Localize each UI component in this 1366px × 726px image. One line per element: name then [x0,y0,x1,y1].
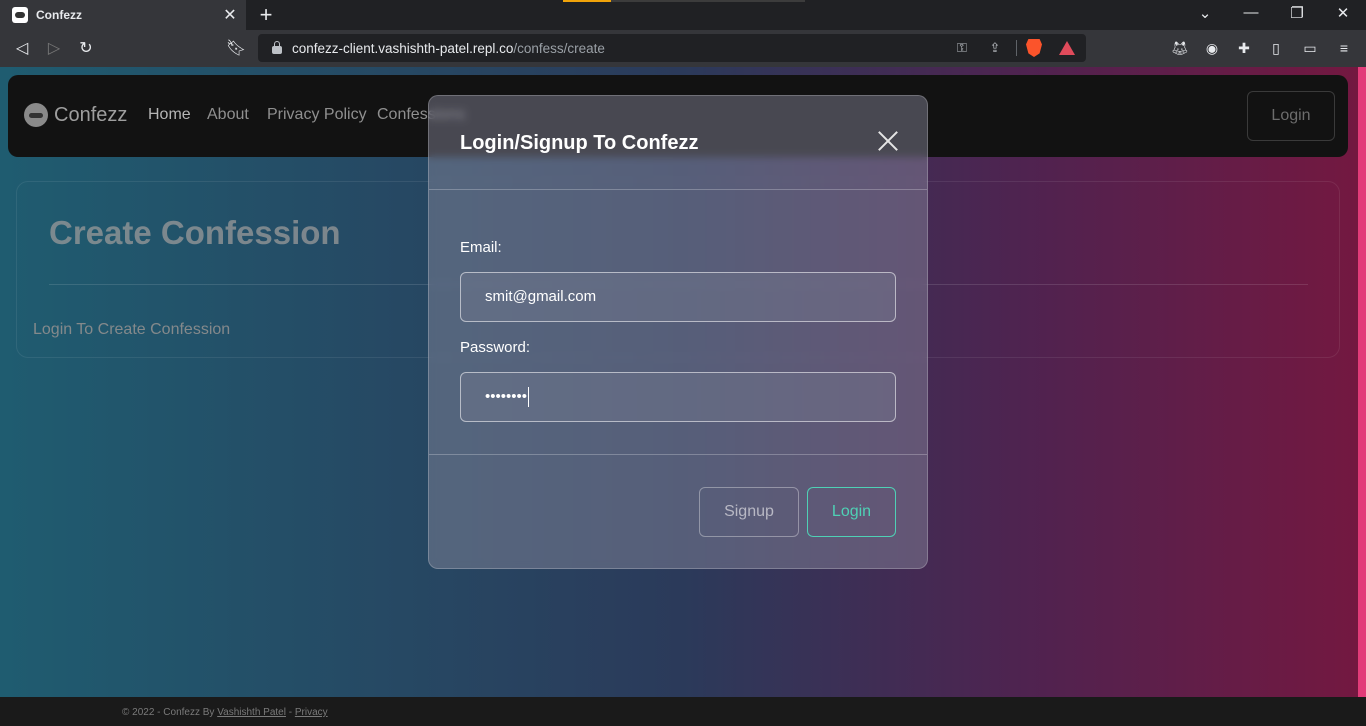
modal-header: Login/Signup To Confezz [429,96,927,190]
lock-icon [272,41,282,54]
window-accent-track [611,0,805,2]
sidebar-icon[interactable]: ▯ [1266,38,1286,58]
modal-title: Login/Signup To Confezz [460,132,699,154]
navbar-login-button[interactable]: Login [1247,91,1335,141]
footer-author-link[interactable]: Vashishth Patel [217,707,286,718]
browser-toolbar: ◁ ▷ ↻ 🔖︎ confezz-client.vashishth-patel.… [0,30,1366,67]
footer-privacy-link[interactable]: Privacy [295,707,328,718]
browser-tab-bar: Confezz ✕ + ⌄ — ❐ ✕ [0,0,1366,30]
new-tab-button[interactable]: + [256,3,276,27]
login-prompt-text: Login To Create Confession [33,321,231,338]
url-text: confezz-client.vashishth-patel.repl.co/c… [292,41,605,56]
minimize-button[interactable]: — [1239,4,1263,21]
close-tab-icon[interactable]: ✕ [220,5,240,25]
brand-logo-icon [24,103,48,127]
login-button[interactable]: Login [807,487,896,537]
footer-copyright: © 2022 - Confezz By [122,707,218,718]
nav-link-home[interactable]: Home [148,106,191,124]
email-field[interactable]: smit@gmail.com [460,272,896,322]
share-icon[interactable]: ⇪ [986,39,1004,57]
page-viewport: Confezz Home About Privacy Policy Confes… [0,67,1366,726]
tab-title: Confezz [36,8,82,22]
metamask-icon[interactable]: 🦊︎ [1170,38,1190,58]
reload-icon[interactable]: ↻ [75,38,97,60]
extension-icon[interactable]: ◉ [1202,38,1222,58]
brave-rewards-icon[interactable] [1059,41,1075,55]
window-accent [563,0,611,2]
bookmark-icon[interactable]: 🔖︎ [225,38,247,60]
wallet-icon[interactable]: ▭ [1300,38,1320,58]
login-modal: Login/Signup To Confezz Email: smit@gmai… [428,95,928,569]
password-label: Password: [460,339,531,356]
extensions-puzzle-icon[interactable]: ✚ [1234,38,1254,58]
forward-icon[interactable]: ▷ [43,38,65,60]
page-title: Create Confession [49,214,341,251]
close-icon[interactable] [877,130,899,152]
signup-button[interactable]: Signup [699,487,799,537]
site-footer: © 2022 - Confezz By Vashishth Patel - Pr… [0,697,1366,726]
password-field[interactable]: •••••••• [460,372,896,422]
brave-shields-icon[interactable] [1026,39,1042,57]
browser-tab[interactable]: Confezz ✕ [0,0,246,30]
url-path: /confess/create [513,40,605,56]
tab-search-icon[interactable]: ⌄ [1193,4,1217,22]
omnibox-separator [1016,40,1017,56]
site-brand[interactable]: Confezz [24,103,127,127]
modal-footer-divider [429,454,927,455]
key-icon[interactable]: ⚿ [953,39,971,57]
brand-name: Confezz [54,103,128,126]
email-value: smit@gmail.com [485,288,597,305]
footer-text: © 2022 - Confezz By Vashishth Patel - Pr… [122,707,328,718]
address-bar[interactable]: confezz-client.vashishth-patel.repl.co/c… [258,34,1086,62]
back-icon[interactable]: ◁ [11,38,33,60]
page-scrollbar[interactable] [1358,67,1366,697]
restore-button[interactable]: ❐ [1285,4,1309,22]
menu-icon[interactable]: ≡ [1334,38,1354,58]
url-host: confezz-client.vashishth-patel.repl.co [292,40,514,56]
footer-separator: - [285,707,295,718]
favicon-icon [12,7,28,23]
nav-link-about[interactable]: About [207,106,249,124]
text-caret [528,387,530,408]
close-window-button[interactable]: ✕ [1331,4,1355,22]
email-label: Email: [460,239,502,256]
password-value: •••••••• [485,388,528,405]
nav-link-privacy[interactable]: Privacy Policy [267,106,367,124]
